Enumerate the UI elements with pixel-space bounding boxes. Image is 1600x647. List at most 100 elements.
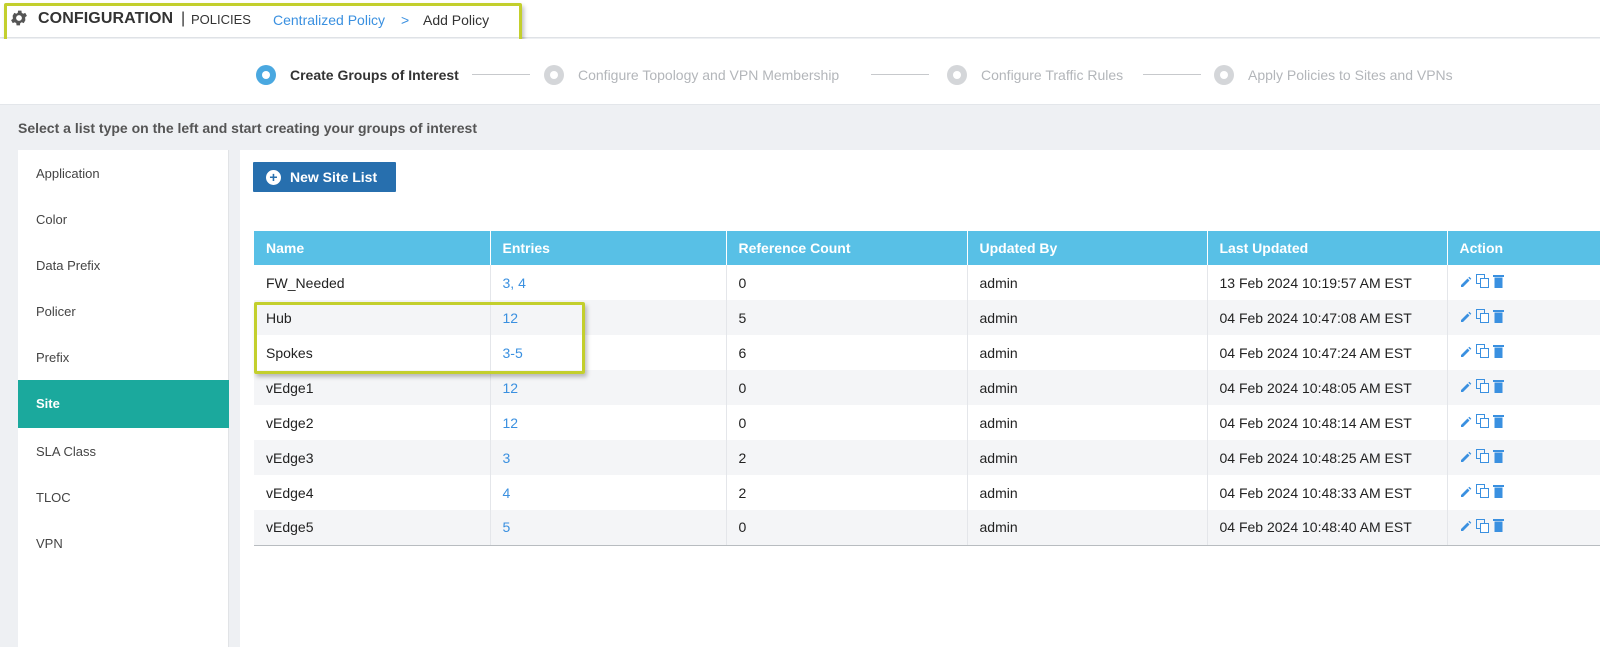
step-label: Create Groups of Interest [290, 67, 459, 83]
header-highlight-box [4, 3, 522, 43]
cell-entries[interactable]: 3 [490, 440, 727, 475]
cell-reference-count: 0 [726, 370, 968, 405]
sidebar-item-sla-class[interactable]: SLA Class [18, 428, 229, 476]
cell-name: vEdge4 [254, 475, 491, 510]
cell-actions [1447, 335, 1600, 370]
sidebar-item-vpn[interactable]: VPN [18, 520, 229, 568]
table-row: vEdge3 3 2 admin 04 Feb 2024 10:48:25 AM EST [254, 440, 1600, 475]
sidebar-item-policer[interactable]: Policer [18, 288, 229, 336]
column-header-action: Action [1447, 231, 1600, 265]
table-row: vEdge2 12 0 admin 04 Feb 2024 10:48:14 AM ES… [254, 405, 1600, 440]
copy-icon[interactable] [1475, 309, 1489, 326]
cell-last-updated: 13 Feb 2024 10:19:57 AM EST [1207, 265, 1448, 300]
cell-actions [1447, 265, 1600, 300]
table-row: vEdge5 5 0 admin 04 Feb 2024 10:48:40 AM EST [254, 510, 1600, 546]
edit-icon[interactable] [1460, 485, 1472, 501]
step-configure-traffic-rules[interactable]: Configure Traffic Rules [947, 64, 1123, 86]
step-inactive-dot-icon [544, 65, 564, 85]
cell-reference-count: 2 [726, 475, 968, 510]
cell-entries[interactable]: 5 [490, 510, 727, 546]
cell-entries[interactable]: 3-5 [490, 335, 727, 370]
cell-updated-by: admin [967, 475, 1208, 510]
edit-icon[interactable] [1460, 310, 1472, 326]
copy-icon[interactable] [1475, 379, 1489, 396]
cell-actions [1447, 370, 1600, 405]
cell-last-updated: 04 Feb 2024 10:48:14 AM EST [1207, 405, 1448, 440]
edit-icon[interactable] [1460, 415, 1472, 431]
column-header-last-updated[interactable]: Last Updated [1207, 231, 1448, 265]
cell-entries[interactable]: 12 [490, 300, 727, 335]
cell-entries[interactable]: 12 [490, 370, 727, 405]
edit-icon[interactable] [1460, 345, 1472, 361]
cell-entries[interactable]: 12 [490, 405, 727, 440]
column-header-name[interactable]: Name [254, 231, 491, 265]
step-connector [1143, 74, 1201, 75]
sidebar-item-color[interactable]: Color [18, 196, 229, 244]
cell-reference-count: 6 [726, 335, 968, 370]
delete-icon[interactable] [1492, 449, 1504, 466]
cell-actions [1447, 405, 1600, 440]
sidebar-item-prefix[interactable]: Prefix [18, 334, 229, 382]
cell-name: FW_Needed [254, 265, 491, 300]
site-list-table: Name Entries Reference Count Updated By … [254, 231, 1600, 546]
step-configure-topology[interactable]: Configure Topology and VPN Membership [544, 64, 839, 86]
delete-icon[interactable] [1492, 309, 1504, 326]
delete-icon[interactable] [1492, 379, 1504, 396]
edit-icon[interactable] [1460, 450, 1472, 466]
cell-reference-count: 2 [726, 440, 968, 475]
column-header-entries[interactable]: Entries [490, 231, 727, 265]
cell-reference-count: 5 [726, 300, 968, 335]
new-site-list-button[interactable]: + New Site List [253, 162, 396, 192]
delete-icon[interactable] [1492, 519, 1504, 535]
sidebar-item-data-prefix[interactable]: Data Prefix [18, 242, 229, 290]
cell-name: vEdge2 [254, 405, 491, 440]
cell-updated-by: admin [967, 265, 1208, 300]
sidebar-item-application[interactable]: Application [18, 150, 229, 198]
instruction-text: Select a list type on the left and start… [18, 120, 477, 136]
cell-updated-by: admin [967, 335, 1208, 370]
step-create-groups[interactable]: Create Groups of Interest [256, 64, 459, 86]
delete-icon[interactable] [1492, 414, 1504, 431]
column-header-reference-count[interactable]: Reference Count [726, 231, 968, 265]
copy-icon[interactable] [1475, 449, 1489, 466]
table-row: vEdge1 12 0 admin 04 Feb 2024 10:48:05 AM ES… [254, 370, 1600, 405]
step-connector [472, 74, 530, 75]
step-label: Configure Traffic Rules [981, 67, 1124, 83]
edit-icon[interactable] [1460, 519, 1472, 535]
table-row: Hub 12 5 admin 04 Feb 2024 10:47:08 AM EST [254, 300, 1600, 335]
cell-last-updated: 04 Feb 2024 10:47:24 AM EST [1207, 335, 1448, 370]
step-apply-policies[interactable]: Apply Policies to Sites and VPNs [1214, 64, 1453, 86]
delete-icon[interactable] [1492, 484, 1504, 501]
edit-icon[interactable] [1460, 275, 1472, 291]
list-type-sidebar: Application Color Data Prefix Policer Pr… [18, 150, 229, 647]
column-header-updated-by[interactable]: Updated By [967, 231, 1208, 265]
wizard-steps: Create Groups of Interest Configure Topo… [0, 39, 1600, 105]
edit-icon[interactable] [1460, 380, 1472, 396]
new-site-list-label: New Site List [290, 169, 378, 185]
copy-icon[interactable] [1475, 344, 1489, 361]
delete-icon[interactable] [1492, 274, 1504, 291]
copy-icon[interactable] [1475, 414, 1489, 431]
delete-icon[interactable] [1492, 344, 1504, 361]
sidebar-item-tloc[interactable]: TLOC [18, 474, 229, 522]
cell-name: vEdge5 [254, 510, 491, 546]
step-inactive-dot-icon [1214, 65, 1234, 85]
cell-name: vEdge1 [254, 370, 491, 405]
cell-entries[interactable]: 4 [490, 475, 727, 510]
copy-icon[interactable] [1475, 484, 1489, 501]
cell-entries[interactable]: 3, 4 [490, 265, 727, 300]
cell-last-updated: 04 Feb 2024 10:48:33 AM EST [1207, 475, 1448, 510]
copy-icon[interactable] [1475, 518, 1489, 536]
cell-actions [1447, 440, 1600, 475]
cell-updated-by: admin [967, 370, 1208, 405]
copy-icon[interactable] [1475, 274, 1489, 291]
table-row: vEdge4 4 2 admin 04 Feb 2024 10:48:33 AM EST [254, 475, 1600, 510]
step-inactive-dot-icon [947, 65, 967, 85]
plus-circle-icon: + [266, 169, 281, 185]
cell-updated-by: admin [967, 510, 1208, 546]
cell-last-updated: 04 Feb 2024 10:48:40 AM EST [1207, 510, 1448, 546]
step-label: Apply Policies to Sites and VPNs [1248, 67, 1453, 83]
cell-updated-by: admin [967, 440, 1208, 475]
sidebar-item-site[interactable]: Site [18, 380, 229, 428]
cell-actions [1447, 475, 1600, 510]
